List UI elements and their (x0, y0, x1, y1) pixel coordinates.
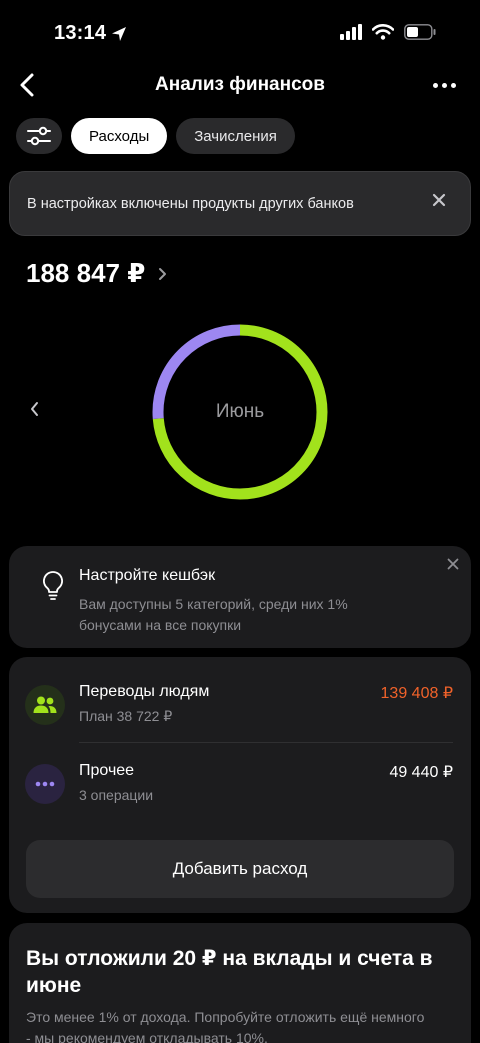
expense-amount: 139 408 ₽ (380, 685, 453, 702)
cashback-card[interactable]: Настройте кешбэк Вам доступны 5 категори… (9, 546, 471, 648)
page-title: Анализ финансов (155, 74, 325, 95)
finance-analysis-screen: 13:14 Анализ финансов Расходы Зачисления… (0, 0, 480, 1043)
savings-title: Вы отложили 20 ₽ на вклады и счета в июн… (26, 947, 433, 997)
tab-income[interactable]: Зачисления (176, 118, 295, 154)
expense-name: Прочее (79, 762, 135, 779)
expenses-card: Переводы людям План 38 722 ₽ 139 408 ₽ П… (9, 657, 471, 913)
more-button[interactable] (430, 78, 458, 92)
other-banks-banner: В настройках включены продукты других ба… (9, 171, 471, 236)
expense-row-other[interactable]: Прочее 3 операции 49 440 ₽ (9, 758, 471, 818)
more-dot-icon (441, 82, 447, 88)
expenses-donut-chart[interactable]: Июнь (150, 322, 330, 502)
cellular-signal-icon (340, 24, 362, 40)
status-icons (340, 24, 436, 40)
banner-close-button[interactable] (428, 189, 450, 211)
savings-card[interactable]: Вы отложили 20 ₽ на вклады и счета в июн… (9, 923, 471, 1043)
cashback-close-button[interactable] (445, 556, 461, 572)
chevron-right-icon (159, 267, 167, 280)
row-divider (79, 742, 453, 743)
status-time: 13:14 (54, 22, 128, 45)
expense-plan: План 38 722 ₽ (79, 708, 173, 724)
chevron-left-icon (31, 402, 38, 416)
total-amount: 188 847 ₽ (26, 258, 146, 288)
prev-month-button[interactable] (26, 400, 44, 418)
battery-icon (404, 24, 436, 40)
expense-amount: 49 440 ₽ (389, 764, 453, 781)
expense-operations: 3 операции (79, 787, 154, 803)
filter-settings-button[interactable] (16, 118, 62, 154)
sliders-icon (27, 126, 51, 146)
total-amount-link[interactable]: 188 847 ₽ (26, 258, 169, 289)
location-arrow-icon (112, 26, 127, 41)
banner-text: В настройках включены продукты других ба… (27, 196, 354, 212)
more-dot-icon (450, 82, 456, 88)
more-dot-icon (432, 82, 438, 88)
people-icon (25, 685, 65, 725)
cashback-subtitle: Вам доступны 5 категорий, среди них 1% б… (79, 596, 348, 633)
expense-row-transfers[interactable]: Переводы людям План 38 722 ₽ 139 408 ₽ (9, 679, 471, 739)
savings-text: Это менее 1% от дохода. Попробуйте отлож… (26, 1009, 425, 1043)
cashback-title: Настройте кешбэк (79, 567, 216, 584)
dots-icon (25, 764, 65, 804)
status-bar: 13:14 (0, 0, 480, 70)
close-icon (447, 558, 459, 570)
tab-expenses[interactable]: Расходы (71, 118, 168, 154)
close-icon (432, 193, 446, 207)
lightbulb-icon (43, 571, 63, 600)
donut-month-label: Июнь (215, 401, 265, 422)
status-time-text: 13:14 (54, 22, 107, 44)
filter-row: Расходы Зачисления (16, 118, 295, 154)
add-expense-button[interactable]: Добавить расход (26, 840, 454, 898)
wifi-icon (372, 24, 394, 40)
expense-name: Переводы людям (79, 683, 210, 700)
